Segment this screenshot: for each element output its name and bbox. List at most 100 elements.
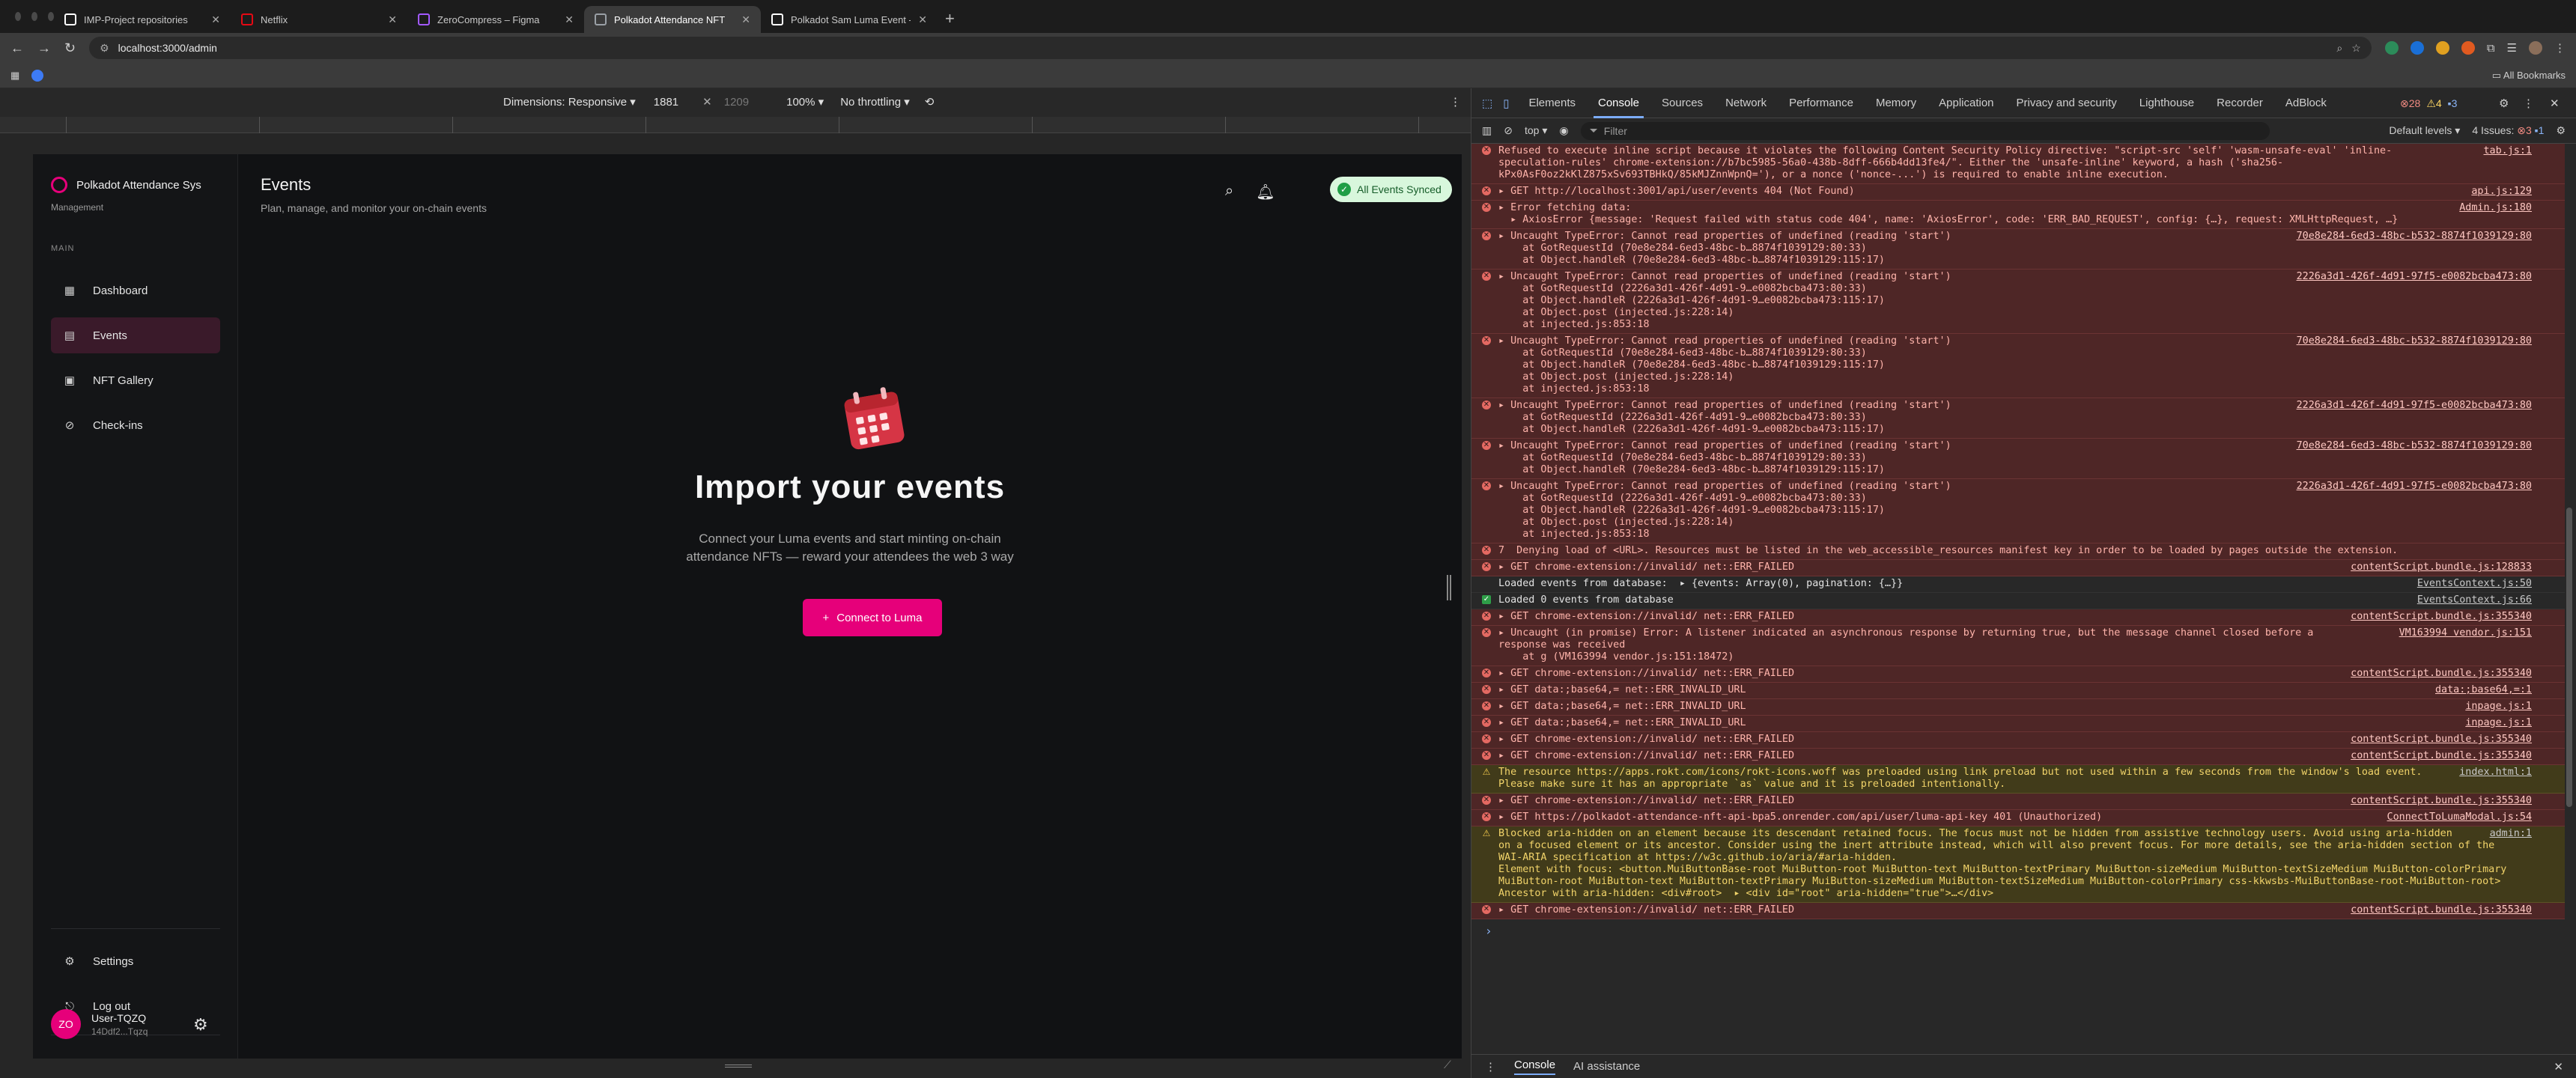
browser-tab[interactable]: Polkadot Sam Luma Event - L ✕ <box>761 6 938 33</box>
console-scrollbar[interactable] <box>2566 508 2572 807</box>
console-message[interactable]: ✕ ▸ GET http://localhost:3001/api/user/ev… <box>1471 184 2565 201</box>
console-source-link[interactable]: EventsContext.js:50 <box>2417 578 2532 590</box>
user-profile[interactable]: ZO User-TQZQ 14Ddf2...Tqzq <box>51 1009 148 1039</box>
extension-icon[interactable] <box>2435 41 2449 55</box>
reload-icon[interactable]: ↻ <box>64 40 76 56</box>
console-message[interactable]: ✕ ▸ Uncaught TypeError: Cannot read prope… <box>1471 398 2565 439</box>
devtools-tab-recorder[interactable]: Recorder <box>2217 97 2263 109</box>
console-source-link[interactable]: 2226a3d1-426f-4d91-97f5-e0082bcba473:80 <box>2297 400 2532 412</box>
extension-icon[interactable] <box>2410 41 2424 55</box>
console-source-link[interactable]: 2226a3d1-426f-4d91-97f5-e0082bcba473:80 <box>2297 271 2532 283</box>
console-message[interactable]: ✕ ▸ Uncaught TypeError: Cannot read prope… <box>1471 479 2565 543</box>
issues-button[interactable]: 4 Issues: ⊗3 ▪1 <box>2472 124 2544 137</box>
search-icon[interactable]: ⌕ <box>1225 183 1233 201</box>
console-message[interactable]: ⚠ The resource https://apps.rokt.com/icon… <box>1471 765 2565 794</box>
close-tab-icon[interactable]: ✕ <box>211 13 220 26</box>
clear-console-icon[interactable]: ⊘ <box>1504 124 1513 137</box>
devtools-more-icon[interactable]: ⋮ <box>2523 97 2534 110</box>
device-toggle-icon[interactable]: ▯ <box>1503 97 1509 110</box>
forward-icon[interactable]: → <box>37 40 51 56</box>
user-settings-gear-icon[interactable]: ⚙ <box>193 1015 208 1035</box>
extension-icon[interactable] <box>2461 41 2475 55</box>
console-source-link[interactable]: contentScript.bundle.js:355340 <box>2351 795 2532 807</box>
minimize-window-button[interactable] <box>31 12 37 21</box>
devtools-settings-gear-icon[interactable]: ⚙ <box>2499 97 2509 110</box>
console-source-link[interactable]: EventsContext.js:66 <box>2417 594 2532 606</box>
console-source-link[interactable]: Admin.js:180 <box>2459 202 2532 214</box>
zoom-select[interactable]: 100% ▾ <box>786 95 824 109</box>
console-source-link[interactable]: contentScript.bundle.js:128833 <box>2351 561 2532 573</box>
devtools-tab-sources[interactable]: Sources <box>1662 97 1703 109</box>
zoom-search-icon[interactable]: ⌕ <box>2336 42 2342 55</box>
bell-icon[interactable]: 🔔︎ <box>1256 183 1275 201</box>
extensions-puzzle-icon[interactable]: ⧉ <box>2487 42 2495 55</box>
devtools-tab-network[interactable]: Network <box>1725 97 1767 109</box>
console-message[interactable]: ⚠ Blocked aria-hidden on an element becau… <box>1471 826 2565 903</box>
console-message[interactable]: ✕ ▸ Uncaught TypeError: Cannot read prope… <box>1471 229 2565 270</box>
console-source-link[interactable]: contentScript.bundle.js:355340 <box>2351 611 2532 623</box>
console-message[interactable]: ✕ ▸ Uncaught TypeError: Cannot read prope… <box>1471 334 2565 398</box>
console-message[interactable]: ✕ ▸ GET https://polkadot-attendance-nft-a… <box>1471 810 2565 826</box>
console-message[interactable]: ✕ Refused to execute inline script becaus… <box>1471 144 2565 184</box>
close-window-button[interactable] <box>15 12 21 21</box>
console-message[interactable]: ✕ ▸ GET chrome-extension://invalid/ net::… <box>1471 749 2565 765</box>
rotate-icon[interactable]: ⟲ <box>925 95 935 109</box>
inspect-element-icon[interactable]: ⬚ <box>1482 97 1492 110</box>
close-tab-icon[interactable]: ✕ <box>741 13 750 26</box>
console-message[interactable]: ✕ ▸ GET data:;base64,= net::ERR_INVALID_U… <box>1471 683 2565 699</box>
brand[interactable]: Polkadot Attendance Sys <box>51 177 201 193</box>
devtools-tab-performance[interactable]: Performance <box>1789 97 1853 109</box>
console-message[interactable]: ✕ ▸ GET data:;base64,= net::ERR_INVALID_U… <box>1471 716 2565 732</box>
console-filter-input[interactable]: ⏷ Filter <box>1580 121 2270 140</box>
reading-list-icon[interactable]: ☰ <box>2507 41 2517 55</box>
devtools-tab-lighthouse[interactable]: Lighthouse <box>2139 97 2194 109</box>
sidebar-item-check-ins[interactable]: ⊘ Check-ins <box>51 407 220 443</box>
console-settings-gear-icon[interactable]: ⚙ <box>2556 124 2566 137</box>
devtools-tab-adblock[interactable]: AdBlock <box>2285 97 2327 109</box>
console-prompt[interactable]: › <box>1471 919 2565 938</box>
console-message[interactable]: ✕ ▸ Uncaught TypeError: Cannot read prope… <box>1471 270 2565 334</box>
browser-tab[interactable]: ZeroCompress – Figma ✕ <box>407 6 584 33</box>
devtools-tab-application[interactable]: Application <box>1939 97 1993 109</box>
all-bookmarks-button[interactable]: ▭ All Bookmarks <box>2492 70 2566 82</box>
devtools-tab-elements[interactable]: Elements <box>1528 97 1576 109</box>
zoom-window-button[interactable] <box>48 12 54 21</box>
extension-icon[interactable] <box>2384 41 2399 55</box>
throttling-select[interactable]: No throttling ▾ <box>840 95 910 109</box>
console-source-link[interactable]: ConnectToLumaModal.js:54 <box>2387 811 2532 823</box>
console-source-link[interactable]: index.html:1 <box>2459 767 2532 779</box>
console-source-link[interactable]: contentScript.bundle.js:355340 <box>2351 734 2532 746</box>
drawer-tab-console[interactable]: Console <box>1514 1059 1556 1075</box>
log-levels-select[interactable]: Default levels ▾ <box>2389 124 2460 137</box>
address-bar[interactable]: ⚙ localhost:3000/admin ⌕ ☆ <box>89 37 2372 59</box>
bookmark-icon[interactable] <box>31 69 44 82</box>
height-input[interactable]: 1209 <box>724 96 749 109</box>
connect-to-luma-button[interactable]: + Connect to Luma <box>803 599 942 636</box>
site-info-icon[interactable]: ⚙ <box>100 42 109 55</box>
devtools-tab-memory[interactable]: Memory <box>1876 97 1916 109</box>
console-source-link[interactable]: 2226a3d1-426f-4d91-97f5-e0082bcba473:80 <box>2297 481 2532 493</box>
console-message[interactable]: ✓ Loaded 0 events from database EventsCont… <box>1471 593 2565 609</box>
console-message[interactable]: ✕ ▸ GET chrome-extension://invalid/ net::… <box>1471 903 2565 919</box>
window-controls[interactable] <box>0 12 54 21</box>
console-message[interactable]: ✕ 7 Denying load of <URL>. Resources must… <box>1471 543 2565 560</box>
console-source-link[interactable]: 70e8e284-6ed3-48bc-b532-8874f1039129:80 <box>2297 231 2532 243</box>
console-source-link[interactable]: 70e8e284-6ed3-48bc-b532-8874f1039129:80 <box>2297 335 2532 347</box>
drawer-menu-icon[interactable]: ⋮ <box>1485 1060 1496 1074</box>
context-select[interactable]: top ▾ <box>1525 124 1547 137</box>
bookmark-star-icon[interactable]: ☆ <box>2351 42 2361 55</box>
back-icon[interactable]: ← <box>10 40 24 56</box>
console-source-link[interactable]: 70e8e284-6ed3-48bc-b532-8874f1039129:80 <box>2297 440 2532 452</box>
device-more-icon[interactable]: ⋮ <box>1450 95 1461 109</box>
close-tab-icon[interactable]: ✕ <box>918 13 927 26</box>
console-source-link[interactable]: inpage.js:1 <box>2465 717 2532 729</box>
browser-menu-icon[interactable]: ⋮ <box>2554 41 2566 55</box>
apps-grid-icon[interactable]: ▦ <box>10 70 19 82</box>
drawer-tab-ai-assistance[interactable]: AI assistance <box>1573 1060 1640 1073</box>
browser-tab[interactable]: IMP-Project repositories ✕ <box>54 6 231 33</box>
console-message[interactable]: ✕ ▸ GET chrome-extension://invalid/ net::… <box>1471 609 2565 626</box>
sidebar-item-events[interactable]: ▤ Events <box>51 317 220 353</box>
sidebar-item-dashboard[interactable]: ▦ Dashboard <box>51 272 220 308</box>
console-source-link[interactable]: tab.js:1 <box>2484 145 2533 157</box>
console-source-link[interactable]: contentScript.bundle.js:355340 <box>2351 668 2532 680</box>
